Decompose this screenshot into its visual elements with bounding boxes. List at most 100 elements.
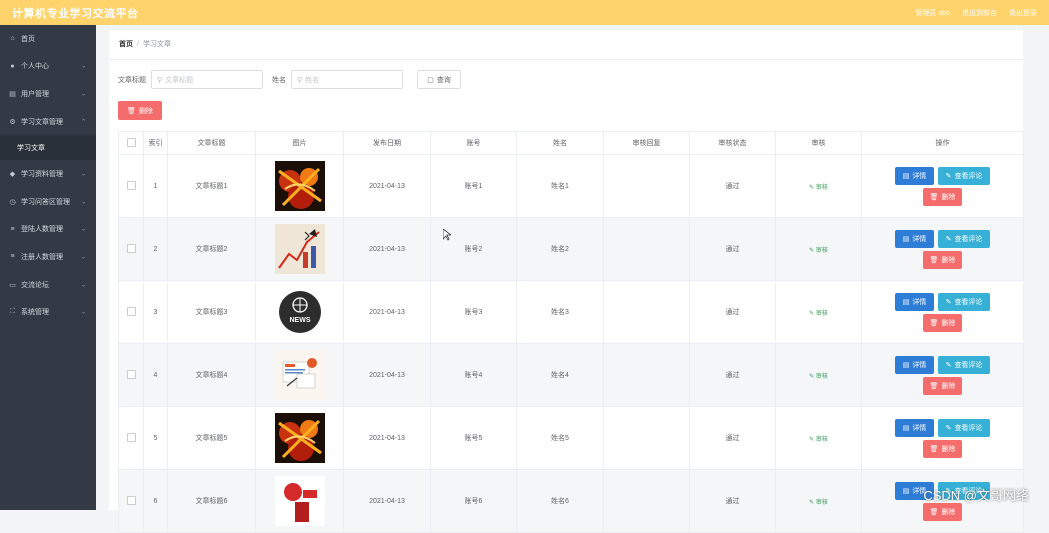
row-checkbox[interactable]: [126, 243, 136, 253]
header-links: 管理员 abo 退出到前台 退出登录: [915, 8, 1037, 18]
logout-link[interactable]: 退出登录: [1009, 8, 1037, 18]
detail-button[interactable]: ▤ 详情: [895, 166, 934, 185]
view-comments-button[interactable]: ✎ 查看评论: [938, 355, 990, 374]
sidebar-item-register-count[interactable]: ≡ 注册人数管理 ⌄: [0, 243, 96, 271]
breadcrumb-separator: /: [137, 41, 139, 48]
sidebar-item-home[interactable]: ⌂ 首页: [0, 25, 96, 53]
sidebar-item-forum[interactable]: ▭ 交流论坛 ⌄: [0, 271, 96, 299]
cell-reply: [603, 406, 690, 470]
cell-reply: [603, 280, 690, 344]
top-header: 计算机专业学习交流平台 管理员 abo 退出到前台 退出登录: [0, 0, 1049, 25]
cell-index: 5: [143, 406, 168, 470]
title-search-input[interactable]: ⚲ 文章标题: [151, 70, 263, 89]
home-icon: ⌂: [10, 35, 15, 43]
detail-button[interactable]: ▤ 详情: [895, 418, 934, 437]
row-checkbox[interactable]: [126, 369, 136, 379]
delete-button[interactable]: 🗑 删除: [923, 187, 962, 206]
breadcrumb-home[interactable]: 首页: [119, 41, 133, 48]
cell-title: 文章标题1: [167, 154, 256, 218]
col-status: 审核状态: [689, 131, 776, 155]
admin-user-link[interactable]: 管理员 abo: [915, 8, 950, 18]
cell-title: 文章标题3: [167, 280, 256, 344]
delete-button[interactable]: 🗑 删除: [923, 313, 962, 332]
review-link[interactable]: ✎ 审核: [809, 248, 828, 254]
name-search-input[interactable]: ⚲ 姓名: [291, 70, 403, 89]
cell-date: 2021-04-13: [343, 154, 431, 218]
delete-button[interactable]: 🗑 删除: [923, 376, 962, 395]
detail-button[interactable]: ▤ 详情: [895, 355, 934, 374]
article-thumbnail: NEWS: [256, 287, 343, 337]
articles-table: 索引 文章标题 图片 发布日期 账号 姓名 审核回复 审核状态 审核 操作 1文…: [118, 131, 1024, 533]
cell-title: 文章标题2: [167, 217, 256, 281]
edit-icon: ✎: [945, 424, 952, 432]
cell-name: 姓名3: [516, 280, 604, 344]
row-checkbox[interactable]: [126, 306, 136, 316]
review-link[interactable]: ✎ 审核: [809, 437, 828, 443]
back-to-front-link[interactable]: 退出到前台: [962, 8, 997, 18]
sidebar-item-users[interactable]: ▤ 用户管理 ⌄: [0, 80, 96, 108]
sidebar-item-materials[interactable]: ◆ 学习资料管理 ⌄: [0, 160, 96, 188]
sidebar-item-qa[interactable]: ◷ 学习问答区管理 ⌄: [0, 188, 96, 216]
table-row: 2 文章标题2 2021-04-13 账号2 姓名2 通过 ✎ 审核 ▤ 详情 ✎ 查看评论 🗑 删除: [118, 217, 1024, 281]
batch-delete-button[interactable]: 🗑 删除: [118, 101, 162, 120]
search-icon: ▢: [427, 76, 434, 84]
detail-button[interactable]: ▤ 详情: [895, 229, 934, 248]
delete-button[interactable]: 🗑 删除: [923, 502, 962, 521]
sidebar-item-system[interactable]: ⛶ 系统管理 ⌄: [0, 298, 96, 326]
detail-button[interactable]: ▤ 详情: [895, 292, 934, 311]
col-actions: 操作: [861, 131, 1024, 155]
edit-icon: ✎: [945, 235, 952, 243]
review-link[interactable]: ✎ 审核: [809, 311, 828, 317]
query-button[interactable]: ▢ 查询: [417, 70, 461, 89]
review-link[interactable]: ✎ 审核: [809, 185, 828, 191]
cell-reply: [603, 469, 690, 533]
delete-button[interactable]: 🗑 删除: [923, 250, 962, 269]
cell-image: [255, 217, 344, 281]
review-link[interactable]: ✎ 审核: [809, 500, 828, 506]
chat-icon: ▭: [9, 281, 16, 289]
cell-date: 2021-04-13: [343, 343, 431, 407]
row-checkbox[interactable]: [126, 432, 136, 442]
review-link[interactable]: ✎ 审核: [809, 374, 828, 380]
view-comments-button[interactable]: ✎ 查看评论: [938, 229, 990, 248]
view-comments-button[interactable]: ✎ 查看评论: [938, 292, 990, 311]
edit-icon: ✎: [809, 247, 816, 254]
row-actions: ▤ 详情 ✎ 查看评论 🗑 删除: [862, 229, 1023, 269]
cell-date: 2021-04-13: [343, 406, 431, 470]
cell-date: 2021-04-13: [343, 217, 431, 281]
sidebar-item-login-count[interactable]: ≡ 登陆人数管理 ⌄: [0, 216, 96, 244]
sidebar-item-articles[interactable]: ⚙ 学习文章管理 ⌃: [0, 108, 96, 136]
detail-icon: ▤: [902, 298, 910, 306]
edit-icon: ✎: [809, 310, 816, 317]
table-row: 3 文章标题3 NEWS 2021-04-13 账号3 姓名3 通过 ✎ 审核 ▤ 详情 ✎ 查看评论…: [118, 280, 1024, 344]
list-icon: ≡: [10, 225, 15, 233]
delete-button[interactable]: 🗑 删除: [923, 439, 962, 458]
table-row: 1 文章标题1 2021-04-13 账号1 姓名1 通过 ✎ 审核 ▤ 详情 ✎ 查看评论 🗑 删除: [118, 154, 1024, 218]
cell-account: 账号4: [430, 343, 517, 407]
cell-account: 账号6: [430, 469, 517, 533]
cell-date: 2021-04-13: [343, 280, 431, 344]
chevron-down-icon: ⌄: [80, 254, 86, 261]
cell-account: 账号2: [430, 217, 517, 281]
cell-account: 账号5: [430, 406, 517, 470]
chevron-down-icon: ⌄: [80, 282, 86, 289]
table-row: 6 文章标题6 2021-04-13 账号6 姓名6 通过 ✎ 审核 ▤ 详情 ✎ 查看评论 🗑 删除: [118, 469, 1024, 533]
view-comments-button[interactable]: ✎ 查看评论: [938, 166, 990, 185]
col-account: 账号: [430, 131, 517, 155]
view-comments-button[interactable]: ✎ 查看评论: [938, 418, 990, 437]
chevron-down-icon: ⌄: [80, 199, 86, 206]
chevron-down-icon: ⌄: [80, 63, 86, 70]
svg-text:NEWS: NEWS: [289, 317, 310, 324]
sidebar-item-personal[interactable]: ● 个人中心 ⌄: [0, 53, 96, 81]
row-checkbox[interactable]: [126, 180, 136, 190]
search-icon: ⚲: [297, 76, 303, 84]
cell-status: 通过: [689, 343, 776, 407]
sidebar-subitem-articles[interactable]: 学习文章: [0, 135, 96, 161]
trash-icon: 🗑: [929, 193, 939, 201]
chevron-down-icon: ⌄: [80, 171, 86, 178]
cell-status: 通过: [689, 217, 776, 281]
trash-icon: 🗑: [929, 445, 939, 453]
cell-title: 文章标题5: [167, 406, 256, 470]
select-all-checkbox[interactable]: [126, 137, 136, 147]
row-checkbox[interactable]: [126, 495, 136, 505]
